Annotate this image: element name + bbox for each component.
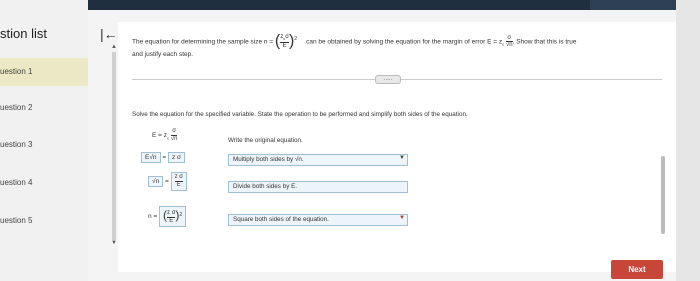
expand-more-button[interactable]: ..... bbox=[375, 75, 401, 84]
step4-rhs-input[interactable]: (z σ E)2 bbox=[159, 206, 187, 227]
dropdown-caret-icon: ▼ bbox=[399, 215, 405, 221]
question-list-item-1[interactable]: uestion 1 bbox=[0, 58, 88, 86]
left-scrollbar[interactable] bbox=[112, 52, 116, 240]
step3-lhs-input[interactable]: √n bbox=[148, 176, 164, 187]
question-text-line2: and justify each step. bbox=[132, 50, 194, 58]
question-text-part3: . Show that this is true bbox=[512, 38, 577, 46]
question-text-part2: can be obtained by solving the equation … bbox=[306, 38, 503, 46]
scroll-down-arrow-icon[interactable]: ▼ bbox=[111, 240, 117, 246]
question-list-title: stion list bbox=[0, 26, 47, 41]
right-edge-panel bbox=[676, 0, 700, 281]
instruction-text: Solve the equation for the specified var… bbox=[132, 111, 468, 118]
step3-equation: √n = z σE bbox=[148, 172, 187, 191]
step3-rhs-input[interactable]: z σE bbox=[170, 172, 187, 191]
sample-size-fraction: zcσ E bbox=[280, 34, 289, 50]
step1-reason: Write the original equation. bbox=[228, 137, 303, 144]
question-text: The equation for determining the sample … bbox=[132, 32, 577, 58]
next-button[interactable]: Next bbox=[611, 260, 663, 279]
collapse-panel-icon[interactable]: |← bbox=[100, 26, 118, 42]
step2-reason-select[interactable]: Multiply both sides by √n. ▼ bbox=[228, 154, 408, 166]
step1-equation: E = zc σ √n bbox=[152, 128, 178, 142]
step2-equation: E√n = z σ bbox=[141, 152, 186, 163]
margin-error-fraction: σ √n bbox=[505, 35, 513, 49]
question-list-item-2[interactable]: uestion 2 bbox=[0, 94, 88, 122]
dropdown-caret-icon: ▼ bbox=[399, 155, 405, 161]
step3-reason-select[interactable]: Divide both sides by E. bbox=[228, 181, 408, 193]
question-list-item-5[interactable]: uestion 5 bbox=[0, 207, 88, 235]
question-list-item-3[interactable]: uestion 3 bbox=[0, 131, 88, 159]
step2-lhs-input[interactable]: E√n bbox=[141, 152, 161, 163]
right-scrollbar[interactable] bbox=[661, 156, 665, 234]
scroll-up-arrow-icon[interactable]: ▲ bbox=[111, 44, 117, 50]
top-bar bbox=[0, 0, 700, 10]
question-list-item-4[interactable]: uestion 4 bbox=[0, 169, 88, 197]
step4-equation: n = (z σ E)2 bbox=[148, 206, 187, 227]
step4-reason-select[interactable]: Square both sides of the equation. ▼ bbox=[228, 214, 408, 226]
question-text-part1: The equation for determining the sample … bbox=[132, 38, 274, 46]
question-list-panel: stion list uestion 1 uestion 2 uestion 3… bbox=[0, 0, 88, 281]
step2-rhs-input[interactable]: z σ bbox=[167, 152, 186, 163]
